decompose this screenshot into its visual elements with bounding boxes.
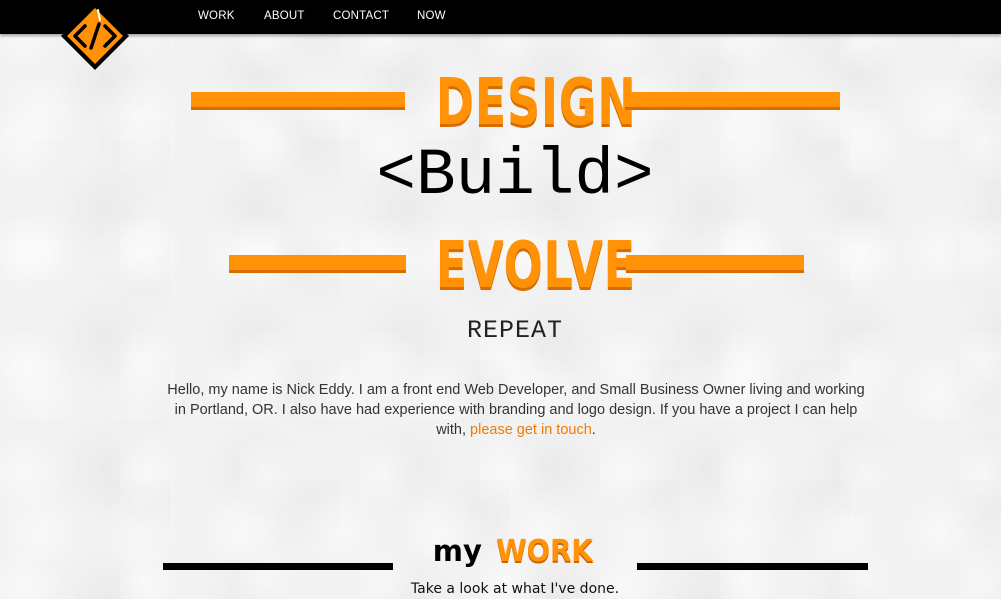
nav-item-work[interactable]: WORK (198, 10, 235, 22)
hero-repeat-word: REPEAT (466, 316, 563, 345)
orange-divider-bar (191, 92, 405, 110)
black-divider-bar (163, 563, 393, 570)
work-section-heading: my WORK (395, 537, 635, 567)
orange-divider-bar (626, 255, 804, 273)
nav-item-about[interactable]: ABOUT (264, 10, 305, 22)
site-logo[interactable] (58, 0, 132, 72)
hero-design-word: DESIGN (435, 66, 637, 140)
hero-evolve-word: EVOLVE (435, 229, 636, 303)
intro-trailing: . (591, 422, 596, 438)
work-heading-work: WORK (496, 534, 594, 569)
intro-paragraph: Hello, my name is Nick Eddy. I am a fron… (165, 380, 867, 440)
orange-divider-bar (625, 92, 840, 110)
orange-divider-bar (229, 255, 406, 273)
work-section-subtitle: Take a look at what I've done. (410, 581, 620, 597)
hero-build-word: <Build> (376, 138, 654, 213)
nav-item-contact[interactable]: CONTACT (333, 10, 389, 22)
work-heading-my: my (432, 534, 482, 568)
top-nav-bar: WORK ABOUT CONTACT NOW (0, 0, 1001, 34)
black-divider-bar (637, 563, 868, 570)
contact-link[interactable]: please get in touch (470, 422, 592, 438)
nav-item-now[interactable]: NOW (417, 10, 446, 22)
code-brackets-diamond-icon (61, 2, 129, 70)
